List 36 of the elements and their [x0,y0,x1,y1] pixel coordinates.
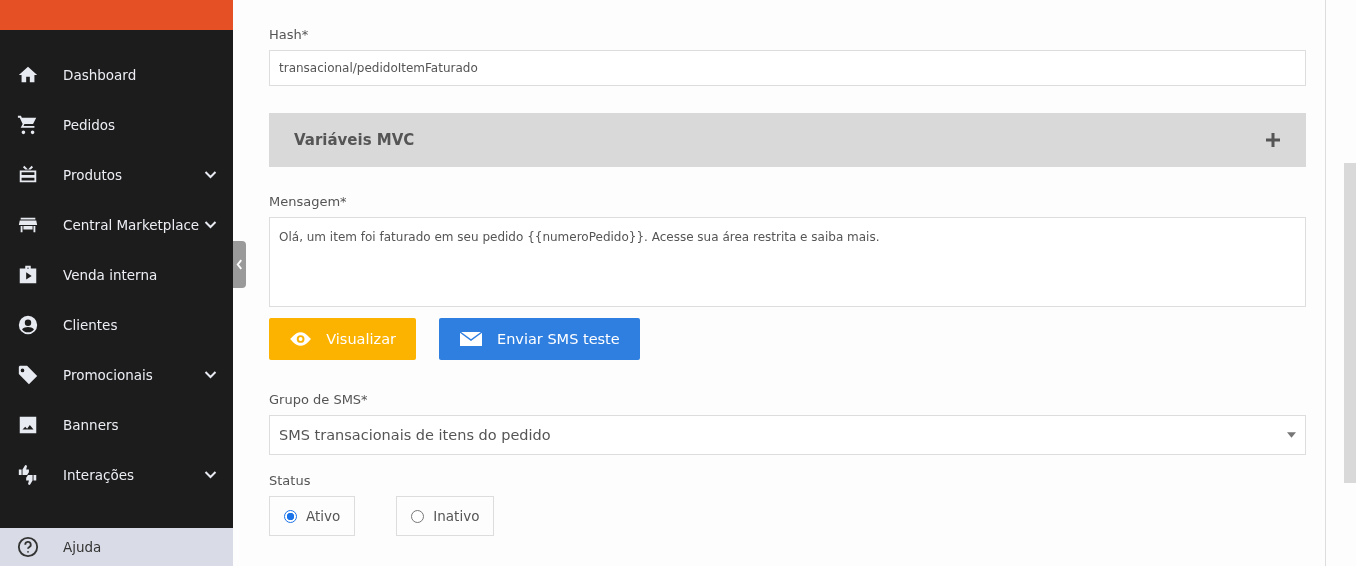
message-field[interactable]: Olá, um item foi faturado em seu pedido {{numeroPedido}}. Acesse sua área restrita e saiba mais. [269,217,1306,307]
field-label: Mensagem* [269,194,347,209]
sidebar-item[interactable]: Venda interna [0,250,233,300]
sidebar-item[interactable]: Central Marketplace [0,200,233,250]
case-icon [17,264,39,286]
dropdown-icon [1287,432,1296,438]
sms-group-select[interactable]: SMS transacionais de itens do pedido [269,415,1306,455]
sidebar-item[interactable]: Dashboard [0,50,233,100]
thumbs-icon [17,464,39,486]
collapse-handle[interactable] [233,241,246,288]
help-icon [17,536,39,558]
sidebar-item[interactable]: Pedidos [0,100,233,150]
radio-button[interactable] [284,509,297,523]
image-icon [17,414,39,436]
send-sms-button[interactable]: Enviar SMS teste [439,318,640,360]
hash-field[interactable]: transacional/pedidoItemFaturado [269,50,1306,86]
accordion-header[interactable]: Variáveis MVC [269,113,1306,167]
sidebar-item[interactable]: Interações [0,450,233,500]
eye-icon [289,331,313,347]
field-label: Hash* [269,27,309,42]
status-option[interactable]: Inativo [396,496,495,536]
sidebar-item[interactable]: Promocionais [0,350,233,400]
tag-icon [17,364,39,386]
cart-icon [17,114,39,136]
sidebar-item[interactable]: Clientes [0,300,233,350]
scrollbar[interactable] [1344,163,1356,483]
field-label: Grupo de SMS* [269,392,368,407]
person-icon [17,314,39,336]
envelope-icon [459,331,483,347]
help-link[interactable]: Ajuda [0,528,233,566]
plus-icon [1265,132,1281,148]
sidebar-item[interactable]: Banners [0,400,233,450]
sidebar-item[interactable]: Produtos [0,150,233,200]
radio-button[interactable] [411,509,425,523]
status-option[interactable]: Ativo [269,496,356,536]
field-label: Status [269,473,311,488]
